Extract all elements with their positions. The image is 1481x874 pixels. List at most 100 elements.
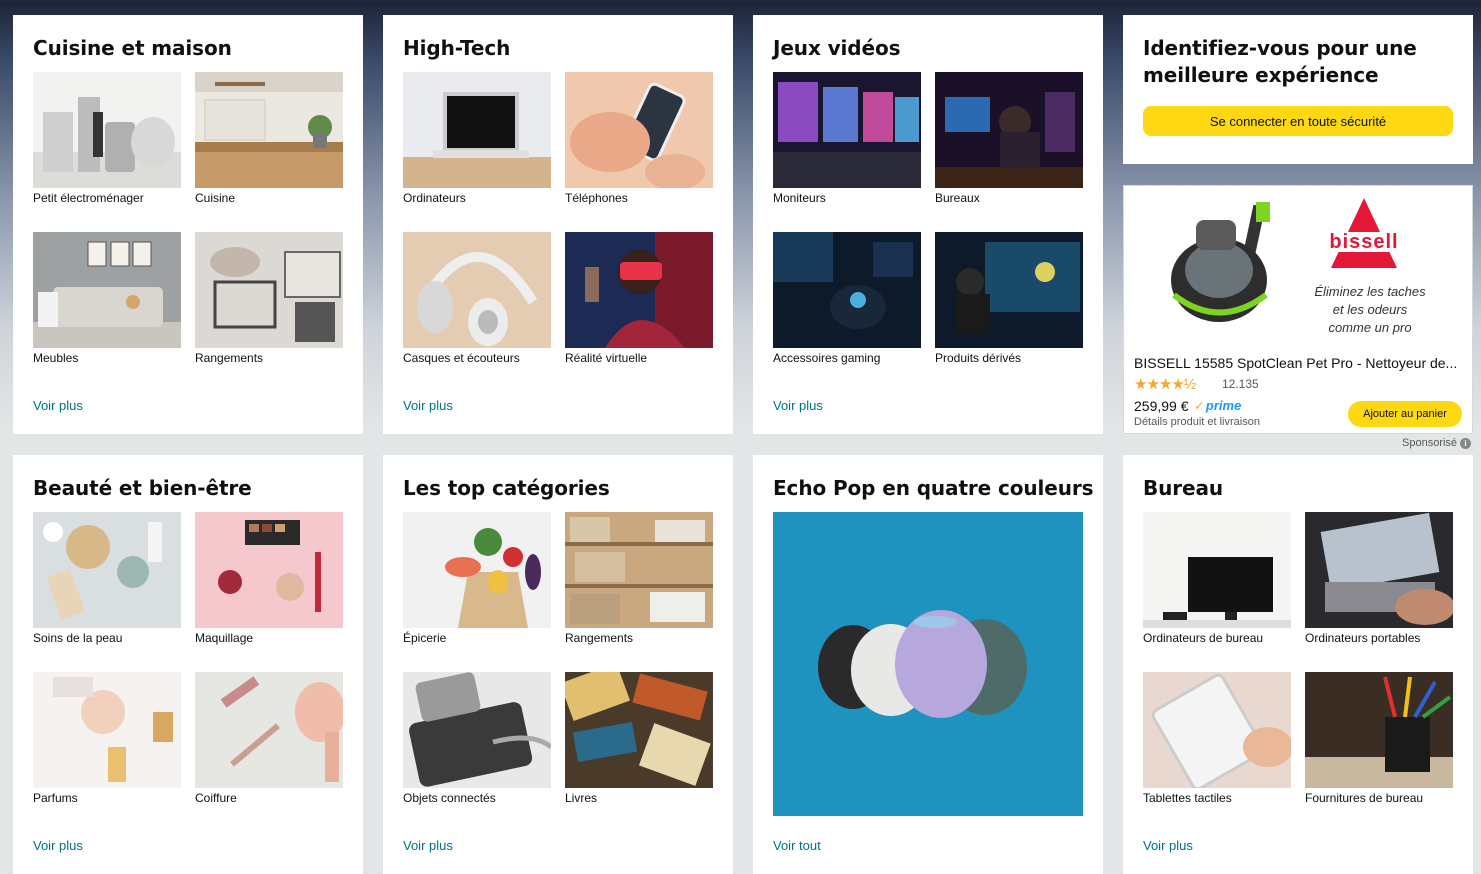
card-echo-pop: Echo Pop en quatre couleurs Voir tout — [753, 455, 1103, 874]
add-to-cart-button[interactable]: Ajouter au panier — [1348, 401, 1462, 427]
product-image[interactable] — [1164, 200, 1279, 340]
phone-image[interactable] — [565, 72, 713, 188]
prime-badge: ✓prime — [1194, 398, 1241, 414]
tile-label: Fournitures de bureau — [1305, 791, 1424, 805]
tile-label: Soins de la peau — [33, 631, 123, 645]
see-more-link[interactable]: Voir plus — [33, 398, 83, 413]
tile-rangements[interactable]: Rangements — [195, 232, 343, 367]
skincare-image[interactable] — [33, 512, 181, 628]
tile-petit-electromenager[interactable]: Petit électroménager — [33, 72, 181, 207]
tile-label: Ordinateurs de bureau — [1143, 631, 1264, 645]
tile-label: Épicerie — [403, 631, 447, 645]
tile-label: Coiffure — [195, 791, 237, 805]
see-more-link[interactable]: Voir plus — [403, 398, 453, 413]
see-more-link[interactable]: Voir plus — [1143, 838, 1193, 853]
hair-tools-image[interactable] — [195, 672, 343, 788]
star-rating-icon[interactable]: ★★★★½ — [1134, 375, 1196, 393]
tile-label: Bureaux — [935, 191, 980, 205]
tile-label: Rangements — [195, 351, 264, 365]
storage-image[interactable] — [195, 232, 343, 348]
tile-label: Casques et écouteurs — [403, 351, 520, 365]
sponsored-label[interactable]: Sponsorisé i — [1402, 437, 1472, 449]
card-bureau: Bureau Ordinateurs de bureau Ordinateurs… — [1123, 455, 1473, 874]
ad-product-title[interactable]: BISSELL 15585 SpotClean Pet Pro - Nettoy… — [1134, 355, 1464, 371]
tile-ordinateurs-bureau[interactable]: Ordinateurs de bureau — [1143, 512, 1291, 647]
headphones-image[interactable] — [403, 232, 551, 348]
tile-rangements-top[interactable]: Rangements — [565, 512, 713, 647]
tile-casques[interactable]: Casques et écouteurs — [403, 232, 551, 367]
tile-produits-derives[interactable]: Produits dérivés — [935, 232, 1083, 367]
tile-cuisine[interactable]: Cuisine — [195, 72, 343, 207]
tile-parfums[interactable]: Parfums — [33, 672, 181, 807]
tile-bureaux[interactable]: Bureaux — [935, 72, 1083, 207]
kitchen-image[interactable] — [195, 72, 343, 188]
tile-label: Objets connectés — [403, 791, 496, 805]
svg-text:bissell: bissell — [1329, 231, 1398, 253]
tile-accessoires-gaming[interactable]: Accessoires gaming — [773, 232, 921, 367]
small-appliances-image[interactable] — [33, 72, 181, 188]
tile-maquillage[interactable]: Maquillage — [195, 512, 343, 647]
ad-details[interactable]: Détails produit et livraison — [1134, 416, 1260, 428]
gaming-desk-image[interactable] — [935, 72, 1083, 188]
powerbank-image[interactable] — [403, 672, 551, 788]
see-more-link[interactable]: Voir plus — [33, 838, 83, 853]
tile-label: Livres — [565, 791, 598, 805]
tile-livres[interactable]: Livres — [565, 672, 713, 807]
card-title: Jeux vidéos — [773, 36, 901, 60]
furniture-image[interactable] — [33, 232, 181, 348]
tile-label: Ordinateurs portables — [1305, 631, 1421, 645]
card-signin: Identifiez-vous pour une meilleure expér… — [1123, 15, 1473, 164]
sponsored-ad-card[interactable]: bissell Éliminez les taches et les odeur… — [1123, 185, 1473, 434]
see-all-link[interactable]: Voir tout — [773, 838, 821, 853]
tile-coiffure[interactable]: Coiffure — [195, 672, 343, 807]
card-title: High-Tech — [403, 36, 511, 60]
rating-count[interactable]: 12.135 — [1222, 377, 1259, 391]
tagline-line: et les odeurs — [1332, 302, 1408, 317]
tile-label: Meubles — [33, 351, 79, 365]
see-more-link[interactable]: Voir plus — [773, 398, 823, 413]
laptop-typing-image[interactable] — [1305, 512, 1453, 628]
tile-ordinateurs[interactable]: Ordinateurs — [403, 72, 551, 207]
tile-label: Moniteurs — [773, 191, 826, 205]
tile-fournitures[interactable]: Fournitures de bureau — [1305, 672, 1453, 807]
merch-image[interactable] — [935, 232, 1083, 348]
info-icon[interactable]: i — [1460, 438, 1472, 449]
vr-image[interactable] — [565, 232, 713, 348]
see-more-link[interactable]: Voir plus — [403, 838, 453, 853]
tile-label: Produits dérivés — [935, 351, 1022, 365]
card-cuisine-maison: Cuisine et maison Petit électroménager C… — [13, 15, 363, 434]
tile-realite-virtuelle[interactable]: Réalité virtuelle — [565, 232, 713, 367]
tile-meubles[interactable]: Meubles — [33, 232, 181, 367]
tile-telephones[interactable]: Téléphones — [565, 72, 713, 207]
makeup-image[interactable] — [195, 512, 343, 628]
laptop-image[interactable] — [403, 72, 551, 188]
card-jeux-videos: Jeux vidéos Moniteurs Bureaux Accessoire… — [753, 15, 1103, 434]
tile-moniteurs[interactable]: Moniteurs — [773, 72, 921, 207]
grocery-image[interactable] — [403, 512, 551, 628]
ad-tagline: Éliminez les taches et les odeurs comme … — [1300, 283, 1440, 337]
prime-label: prime — [1205, 398, 1242, 413]
office-supplies-image[interactable] — [1305, 672, 1453, 788]
tile-tablettes[interactable]: Tablettes tactiles — [1143, 672, 1291, 807]
gaming-accessories-image[interactable] — [773, 232, 921, 348]
desktop-image[interactable] — [1143, 512, 1291, 628]
tile-label: Téléphones — [565, 191, 628, 205]
tablet-image[interactable] — [1143, 672, 1291, 788]
tile-soins-peau[interactable]: Soins de la peau — [33, 512, 181, 647]
tile-ordinateurs-portables[interactable]: Ordinateurs portables — [1305, 512, 1453, 647]
books-image[interactable] — [565, 672, 713, 788]
card-high-tech: High-Tech Ordinateurs Téléphones Casques… — [383, 15, 733, 434]
tile-label: Tablettes tactiles — [1143, 791, 1232, 805]
echo-pop-image[interactable] — [773, 512, 1083, 816]
card-title: Beauté et bien-être — [33, 476, 252, 500]
shelves-image[interactable] — [565, 512, 713, 628]
monitors-image[interactable] — [773, 72, 921, 188]
perfume-image[interactable] — [33, 672, 181, 788]
tile-epicerie[interactable]: Épicerie — [403, 512, 551, 647]
check-icon: ✓ — [1194, 398, 1205, 413]
tile-objets-connectes[interactable]: Objets connectés — [403, 672, 551, 807]
tile-label: Réalité virtuelle — [565, 351, 648, 365]
ad-price: 259,99 € — [1134, 398, 1189, 414]
tile-label: Maquillage — [195, 631, 254, 645]
signin-button[interactable]: Se connecter en toute sécurité — [1143, 106, 1453, 136]
